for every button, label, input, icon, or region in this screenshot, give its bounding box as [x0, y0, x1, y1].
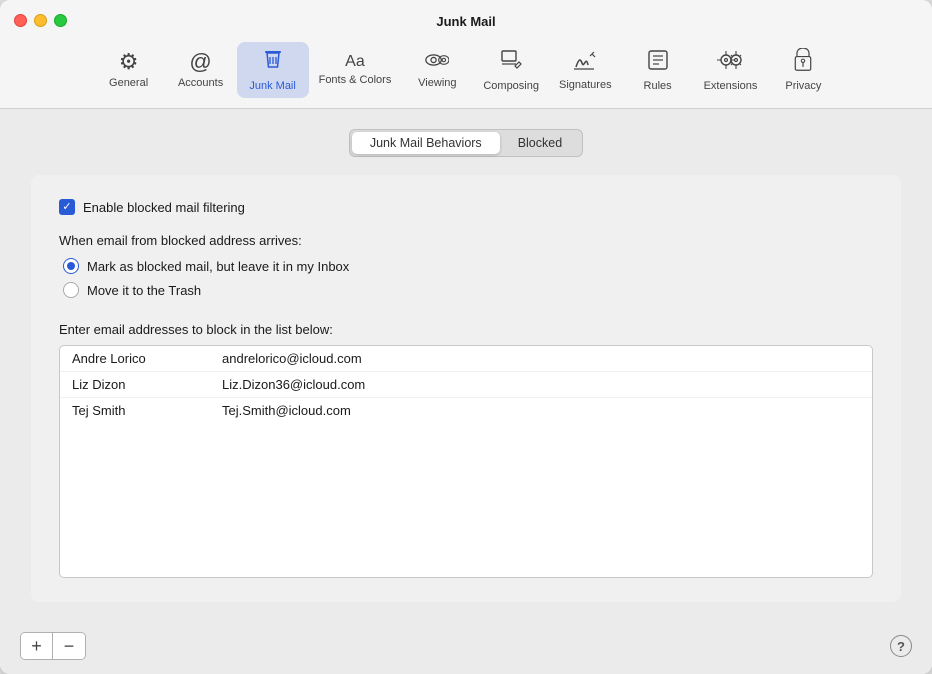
when-email-label: When email from blocked address arrives:	[59, 233, 873, 248]
radio-row-mark: Mark as blocked mail, but leave it in my…	[63, 258, 873, 274]
signatures-icon	[572, 49, 598, 75]
toolbar-item-accounts[interactable]: @ Accounts	[165, 45, 237, 95]
toolbar-label-junk-mail: Junk Mail	[249, 80, 295, 92]
content-area: Junk Mail Behaviors Blocked ✓ Enable blo…	[0, 109, 932, 622]
toolbar: ⚙ General @ Accounts Junk Mail Aa	[0, 36, 932, 109]
main-window: Junk Mail ⚙ General @ Accounts Ju	[0, 0, 932, 674]
toolbar-item-privacy[interactable]: Privacy	[767, 42, 839, 98]
viewing-icon	[425, 51, 449, 73]
segment-junk-mail-behaviors[interactable]: Junk Mail Behaviors	[352, 132, 500, 154]
toolbar-label-composing: Composing	[483, 80, 539, 92]
checkmark-icon: ✓	[62, 202, 71, 213]
toolbar-label-accounts: Accounts	[178, 77, 223, 89]
email-addr-1: Liz.Dizon36@icloud.com	[222, 377, 365, 392]
help-button[interactable]: ?	[890, 635, 912, 657]
add-button[interactable]: +	[21, 633, 53, 659]
remove-button[interactable]: −	[53, 633, 85, 659]
toolbar-item-signatures[interactable]: Signatures	[549, 43, 622, 97]
junk-mail-icon	[261, 48, 285, 76]
title-bar: Junk Mail	[0, 0, 932, 36]
privacy-icon	[792, 48, 814, 76]
toolbar-label-fonts-colors: Fonts & Colors	[319, 74, 392, 86]
email-row-1: Liz Dizon Liz.Dizon36@icloud.com	[60, 372, 872, 398]
traffic-lights	[14, 14, 67, 27]
add-remove-buttons: + −	[20, 632, 86, 660]
radio-mark[interactable]	[63, 258, 79, 274]
radio-row-move: Move it to the Trash	[63, 282, 873, 298]
enable-filtering-checkbox[interactable]: ✓	[59, 199, 75, 215]
blocked-panel: ✓ Enable blocked mail filtering When ema…	[31, 175, 901, 602]
radio-group: Mark as blocked mail, but leave it in my…	[63, 258, 873, 298]
radio-mark-label: Mark as blocked mail, but leave it in my…	[87, 259, 349, 274]
email-addr-0: andrelorico@icloud.com	[222, 351, 362, 366]
toolbar-item-fonts-colors[interactable]: Aa Fonts & Colors	[309, 48, 402, 92]
toolbar-item-composing[interactable]: Composing	[473, 42, 549, 98]
email-list[interactable]: Andre Lorico andrelorico@icloud.com Liz …	[59, 345, 873, 578]
composing-icon	[499, 48, 523, 76]
toolbar-item-extensions[interactable]: Extensions	[694, 42, 768, 98]
toolbar-item-junk-mail[interactable]: Junk Mail	[237, 42, 309, 98]
enable-filtering-label: Enable blocked mail filtering	[83, 200, 245, 215]
window-title: Junk Mail	[436, 14, 495, 29]
toolbar-label-rules: Rules	[644, 80, 672, 92]
rules-icon	[646, 48, 670, 76]
extensions-icon	[716, 48, 744, 76]
email-name-0: Andre Lorico	[72, 351, 192, 366]
email-addr-2: Tej.Smith@icloud.com	[222, 403, 351, 418]
toolbar-label-viewing: Viewing	[418, 77, 456, 89]
email-name-2: Tej Smith	[72, 403, 192, 418]
toolbar-label-privacy: Privacy	[785, 80, 821, 92]
enable-filtering-row: ✓ Enable blocked mail filtering	[59, 199, 873, 215]
email-name-1: Liz Dizon	[72, 377, 192, 392]
radio-move[interactable]	[63, 282, 79, 298]
bottom-bar: + − ?	[0, 622, 932, 674]
gear-icon: ⚙	[119, 51, 139, 73]
maximize-button[interactable]	[54, 14, 67, 27]
toolbar-item-viewing[interactable]: Viewing	[401, 45, 473, 95]
email-row-2: Tej Smith Tej.Smith@icloud.com	[60, 398, 872, 423]
minimize-button[interactable]	[34, 14, 47, 27]
toolbar-item-rules[interactable]: Rules	[622, 42, 694, 98]
segment-blocked[interactable]: Blocked	[500, 132, 580, 154]
email-row-0: Andre Lorico andrelorico@icloud.com	[60, 346, 872, 372]
toolbar-label-signatures: Signatures	[559, 79, 612, 91]
segment-control: Junk Mail Behaviors Blocked	[349, 129, 583, 157]
at-icon: @	[189, 51, 211, 73]
toolbar-item-general[interactable]: ⚙ General	[93, 45, 165, 95]
list-label: Enter email addresses to block in the li…	[59, 322, 873, 337]
fonts-icon: Aa	[345, 54, 365, 70]
toolbar-label-extensions: Extensions	[704, 80, 758, 92]
radio-move-label: Move it to the Trash	[87, 283, 201, 298]
toolbar-label-general: General	[109, 77, 148, 89]
close-button[interactable]	[14, 14, 27, 27]
